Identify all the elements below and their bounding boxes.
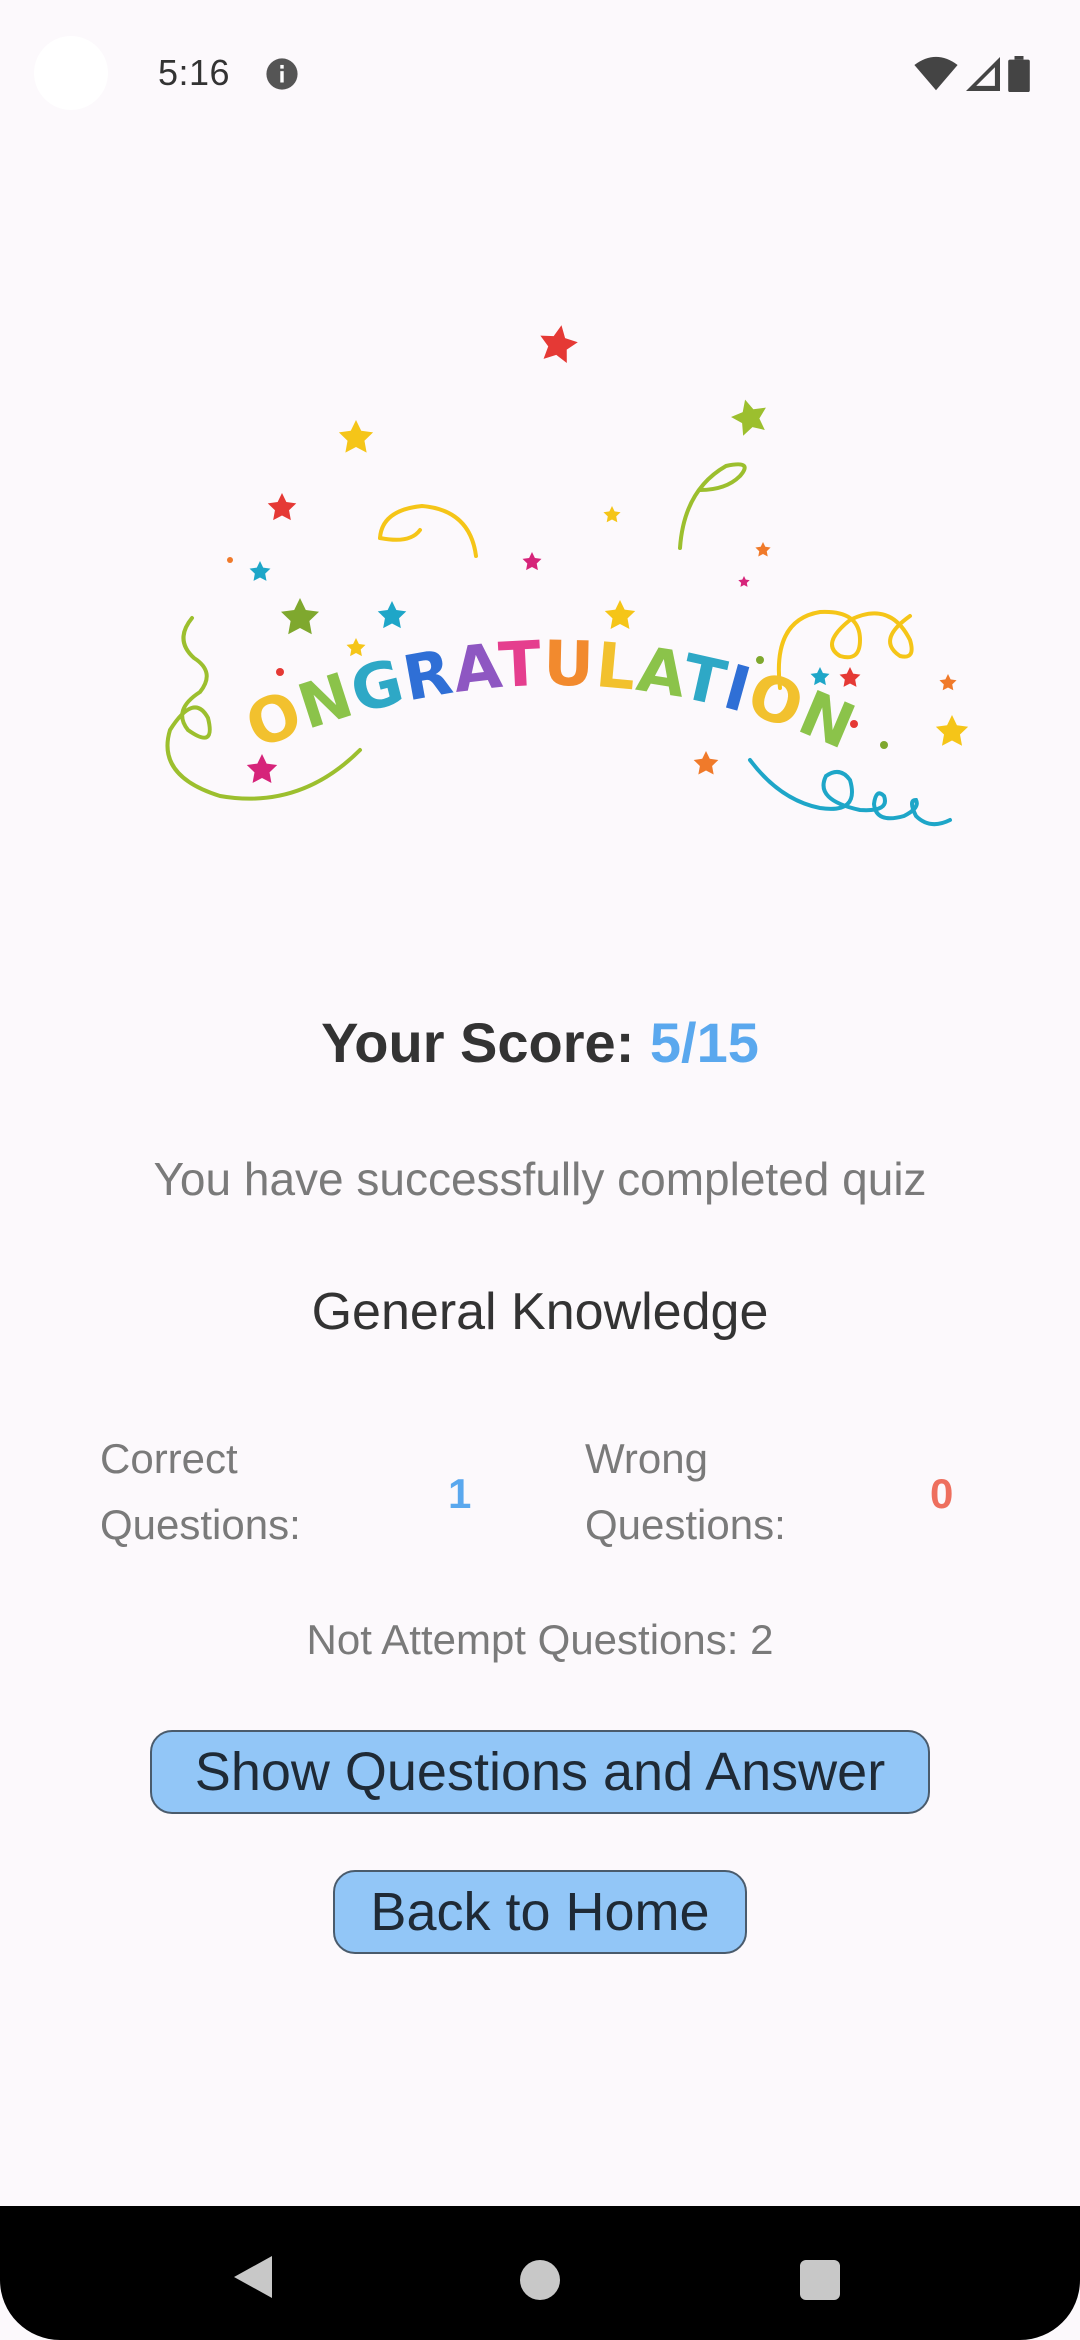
congratulations-banner-text: CONGRATULATIONS	[160, 300, 866, 764]
wrong-questions-value: 0	[930, 1470, 954, 1517]
info-icon	[266, 58, 298, 90]
not-attempt-questions: Not Attempt Questions: 2	[306, 1616, 774, 1663]
banner-letter: C	[160, 300, 183, 315]
home-icon[interactable]	[520, 2260, 560, 2300]
score-label: Your Score:	[321, 1011, 635, 1074]
banner-letter: A	[449, 629, 505, 707]
status-bar: 5:16	[0, 0, 1080, 150]
wifi-icon	[914, 56, 958, 91]
back-to-home-button[interactable]: Back to Home	[333, 1870, 747, 1954]
correct-questions-label: Correct Questions:	[100, 1435, 301, 1548]
recents-icon[interactable]	[800, 2260, 840, 2300]
wrong-questions-label: Wrong Questions:	[585, 1435, 786, 1548]
completed-message: You have successfully completed quiz	[153, 1153, 927, 1205]
quiz-name: General Knowledge	[311, 1283, 769, 1341]
status-time: 5:16	[158, 52, 231, 93]
banner-letter: S	[160, 300, 183, 315]
congratulations-illustration: CONGRATULATIONS	[160, 300, 969, 827]
navigation-bar	[0, 2206, 1080, 2340]
cell-signal-icon	[966, 57, 1000, 91]
battery-icon	[1008, 56, 1030, 92]
correct-questions-value: 1	[448, 1470, 472, 1517]
camera-cutout	[34, 36, 108, 110]
banner-letter: L	[593, 628, 640, 704]
banner-letter: T	[497, 627, 544, 702]
banner-letter: U	[543, 627, 596, 701]
score-value: 5/15	[649, 1011, 759, 1074]
show-questions-answer-button[interactable]: Show Questions and Answer	[150, 1730, 930, 1814]
back-icon[interactable]	[232, 2254, 274, 2300]
system-icons	[914, 56, 1030, 92]
score-line: Your Score: 5/15	[0, 1010, 1080, 1075]
